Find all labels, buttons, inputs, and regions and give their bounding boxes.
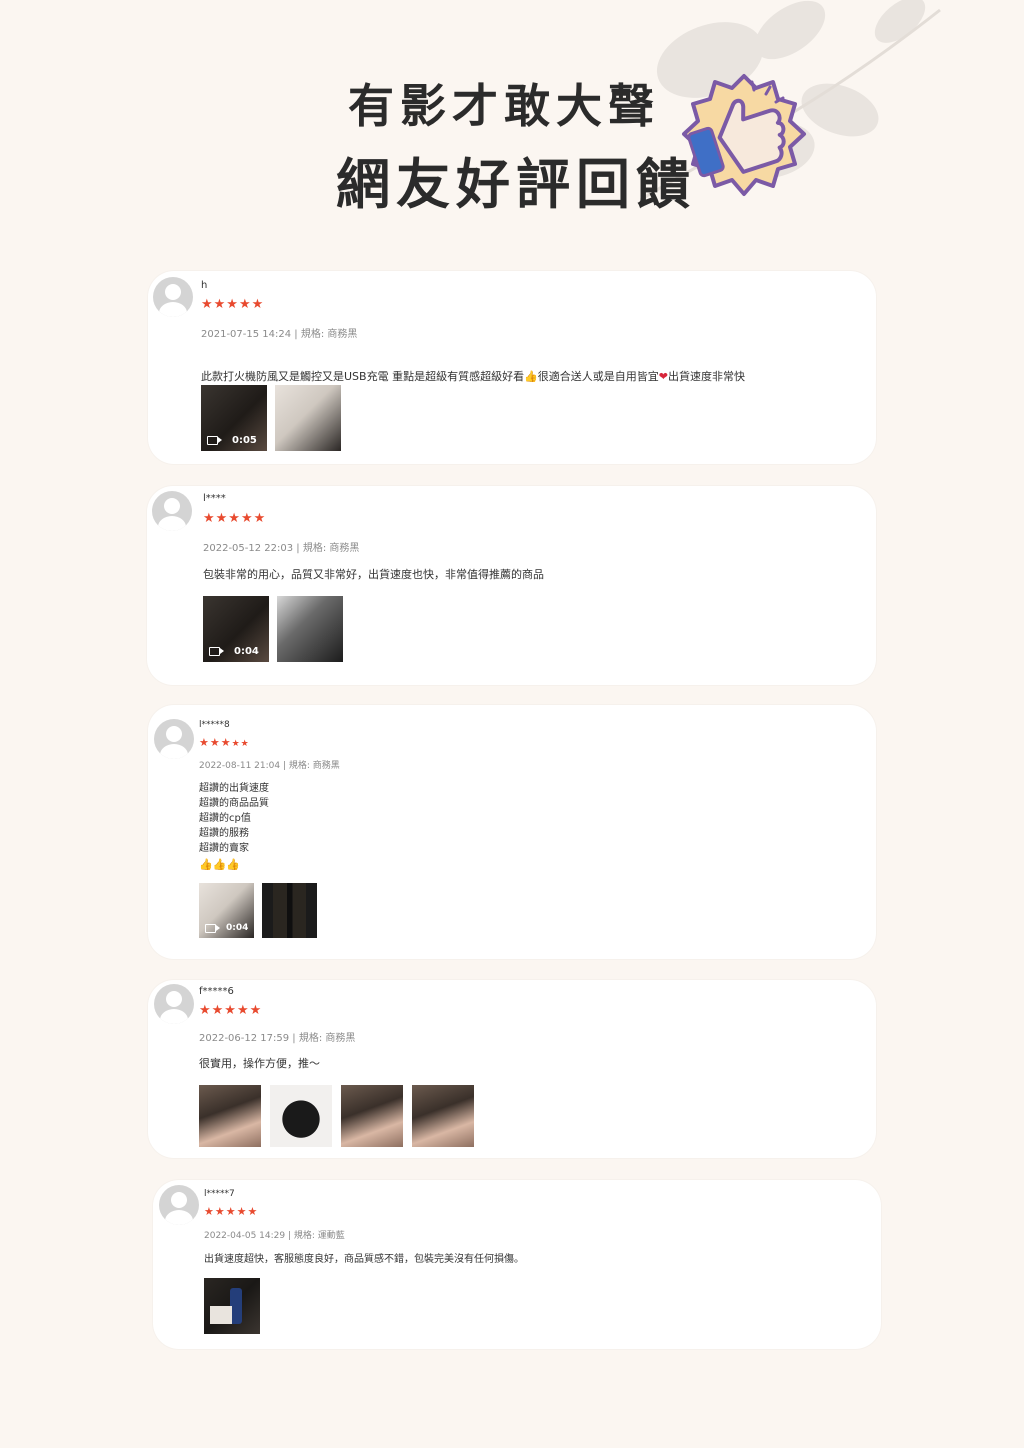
- avatar-icon: [154, 984, 194, 1024]
- image-thumbnail[interactable]: [277, 596, 343, 662]
- heart-emoji-icon: ❤: [658, 370, 668, 383]
- review-meta: 2022-06-12 17:59 | 規格: 商務黑: [199, 1033, 356, 1044]
- star-rating: ★★★★★: [203, 511, 267, 526]
- review-meta: 2022-05-12 22:03 | 規格: 商務黑: [203, 543, 360, 554]
- page-header: 有影才敢大聲 網友好評回饋: [0, 70, 1024, 228]
- review-text-part: 很適合送人或是自用皆宜: [537, 370, 659, 383]
- review-meta: 2021-07-15 14:24 | 規格: 商務黑: [201, 329, 358, 340]
- review-media: [199, 1085, 474, 1147]
- video-thumbnail[interactable]: 0:05: [201, 385, 267, 451]
- star-rating: ★★★★★: [199, 736, 250, 751]
- avatar-icon: [154, 719, 194, 759]
- star-rating-filled: ★★★: [199, 736, 232, 749]
- video-duration: 0:04: [234, 646, 259, 657]
- review-media: 0:04: [203, 596, 343, 662]
- image-thumbnail[interactable]: [204, 1278, 260, 1334]
- image-thumbnail[interactable]: [270, 1085, 332, 1147]
- video-camera-icon: [205, 923, 220, 933]
- review-media: [204, 1278, 260, 1334]
- review-text-part: 此款打火機防風又是觸控又是USB充電 重點是超級有質感超級好看: [201, 370, 525, 383]
- review-text: 超讚的出貨速度 超讚的商品品質 超讚的cp值 超讚的服務 超讚的賣家: [199, 783, 269, 854]
- image-thumbnail[interactable]: [341, 1085, 403, 1147]
- video-camera-icon: [209, 647, 224, 656]
- image-thumbnail[interactable]: [275, 385, 341, 451]
- review-username: f*****6: [199, 986, 234, 997]
- star-rating-empty: ★★: [231, 739, 250, 749]
- thumbs-up-emoji-icon: 👍👍👍: [199, 858, 241, 871]
- video-badge: 0:04: [205, 923, 248, 933]
- paper-card-shape: [210, 1306, 232, 1324]
- thumbs-up-badge-icon: [682, 74, 806, 196]
- video-badge: 0:04: [209, 646, 259, 657]
- review-media: 0:05: [201, 385, 341, 451]
- image-thumbnail[interactable]: [199, 1085, 261, 1147]
- review-meta: 2022-04-05 14:29 | 規格: 運動藍: [204, 1231, 345, 1241]
- star-rating: ★★★★★: [199, 1003, 263, 1018]
- review-text-part: 出貨速度非常快: [668, 370, 745, 383]
- image-thumbnail[interactable]: [262, 883, 317, 938]
- review-text: 包裝非常的用心，品質又非常好，出貨速度也快，非常值得推薦的商品: [203, 568, 544, 581]
- video-duration: 0:04: [226, 923, 249, 933]
- star-rating: ★★★★★: [201, 297, 265, 312]
- star-rating: ★★★★★: [204, 1205, 259, 1218]
- review-text: 很實用，操作方便，推～: [199, 1057, 320, 1070]
- thumbs-up-emoji-icon: 👍: [524, 370, 538, 383]
- video-badge: 0:05: [207, 435, 257, 446]
- review-username: h: [201, 280, 208, 291]
- avatar-icon: [159, 1185, 199, 1225]
- review-text: 出貨速度超快，客服態度良好，商品質感不錯，包裝完美沒有任何損傷。: [204, 1254, 524, 1265]
- review-meta: 2022-08-11 21:04 | 規格: 商務黑: [199, 761, 340, 771]
- image-thumbnail[interactable]: [412, 1085, 474, 1147]
- avatar-icon: [153, 277, 193, 317]
- review-text: 此款打火機防風又是觸控又是USB充電 重點是超級有質感超級好看👍很適合送人或是自…: [201, 354, 861, 384]
- review-media: 0:04: [199, 883, 317, 938]
- video-duration: 0:05: [232, 435, 257, 446]
- video-thumbnail[interactable]: 0:04: [199, 883, 254, 938]
- video-camera-icon: [207, 436, 222, 445]
- video-thumbnail[interactable]: 0:04: [203, 596, 269, 662]
- review-username: l*****7: [204, 1189, 235, 1199]
- avatar-icon: [152, 491, 192, 531]
- review-username: l*****8: [199, 720, 230, 730]
- review-username: l****: [203, 493, 226, 504]
